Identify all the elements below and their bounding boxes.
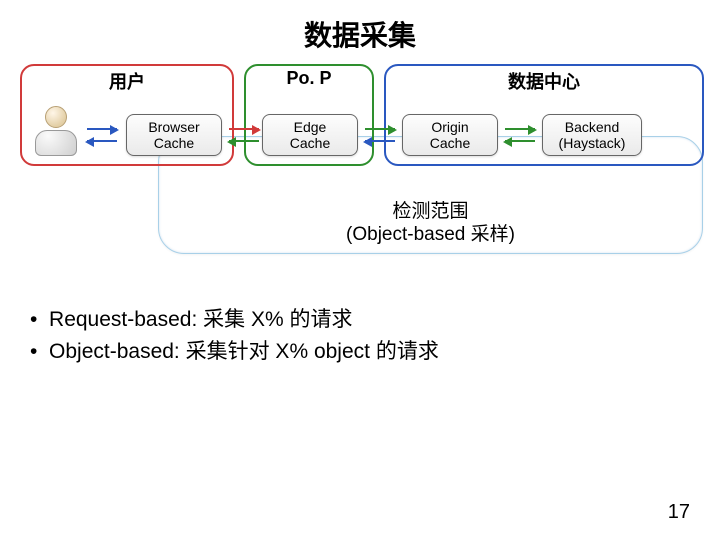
scope-label: 检测范围 (Object-based 采样) — [159, 200, 702, 248]
node-browser-cache: BrowserCache — [126, 114, 222, 156]
bullet-item: • Object-based: 采集针对 X% object 的请求 — [30, 336, 720, 368]
arrows-edge-origin — [360, 122, 400, 152]
bullet-text: Request-based: 采集 X% 的请求 — [49, 308, 352, 331]
arrows-origin-backend — [500, 122, 540, 152]
bullet-text: Object-based: 采集针对 X% object 的请求 — [49, 340, 439, 363]
bullet-list: • Request-based: 采集 X% 的请求 • Object-base… — [30, 304, 720, 367]
arrows-browser-edge — [224, 122, 264, 152]
node-backend: Backend(Haystack) — [542, 114, 642, 156]
scope-line2: (Object-based 采样) — [346, 224, 515, 245]
user-icon — [32, 106, 80, 158]
architecture-diagram: 检测范围 (Object-based 采样) 用户 Po. P 数据中心 Bro… — [20, 64, 700, 244]
arrows-user-browser — [82, 122, 122, 152]
bullet-item: • Request-based: 采集 X% 的请求 — [30, 304, 720, 336]
node-edge-cache: EdgeCache — [262, 114, 358, 156]
slide-title: 数据采集 — [0, 0, 720, 54]
page-number: 17 — [668, 501, 690, 524]
node-origin-cache: OriginCache — [402, 114, 498, 156]
scope-line1: 检测范围 — [392, 201, 468, 222]
